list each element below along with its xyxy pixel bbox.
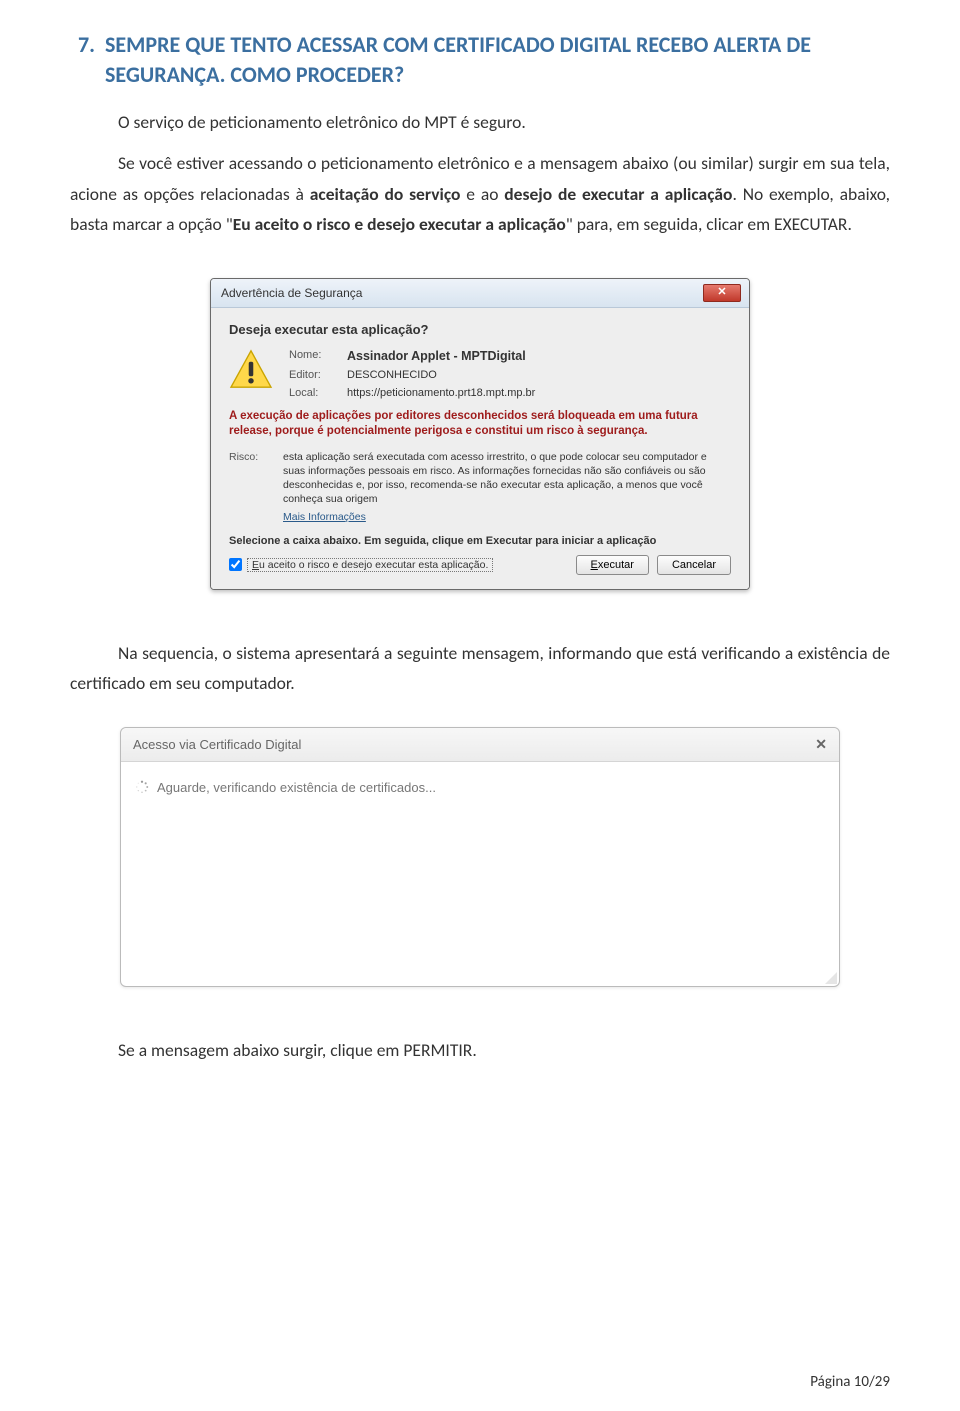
cert-modal-title: Acesso via Certificado Digital (133, 737, 301, 752)
cert-close-icon[interactable]: ✕ (815, 736, 827, 753)
cancelar-button[interactable]: Cancelar (657, 555, 731, 575)
dialog-top-row: Nome: Assinador Applet - MPTDigital Edit… (229, 349, 731, 399)
dialog-info-grid: Nome: Assinador Applet - MPTDigital Edit… (289, 349, 731, 399)
dialog-title: Advertência de Segurança (221, 286, 362, 300)
close-icon: ✕ (717, 286, 726, 298)
p2-part-b: aceitação do serviço (310, 183, 461, 205)
risk-text: esta aplicação será executada com acesso… (283, 450, 731, 507)
paragraph-3: Na sequencia, o sistema apresentará a se… (70, 638, 890, 699)
p2-part-d: desejo de executar a aplicação (504, 183, 732, 205)
more-info-link[interactable]: Mais Informações (283, 511, 731, 523)
heading-text: SEMPRE QUE TENTO ACESSAR COM CERTIFICADO… (103, 30, 890, 89)
p2-part-c: e ao (460, 183, 504, 205)
heading-number: 7. (70, 30, 103, 89)
p2-part-f: Eu aceito o risco e desejo executar a ap… (233, 213, 566, 235)
cert-modal-message: Aguarde, verificando existência de certi… (157, 780, 436, 795)
accept-checkbox[interactable] (229, 558, 242, 571)
dialog-titlebar: Advertência de Segurança ✕ (211, 279, 749, 308)
security-dialog: Advertência de Segurança ✕ Deseja execut… (210, 278, 750, 590)
section-heading: 7. SEMPRE QUE TENTO ACESSAR COM CERTIFIC… (70, 30, 890, 89)
nome-label: Nome: (289, 349, 341, 363)
dialog-body: Deseja executar esta aplicação? Nome: As… (211, 308, 749, 589)
select-instruction: Selecione a caixa abaixo. Em seguida, cl… (229, 535, 731, 547)
local-value: https://peticionamento.prt18.mpt.mp.br (347, 387, 731, 399)
cert-modal-body: Aguarde, verificando existência de certi… (121, 762, 839, 813)
paragraph-1: O serviço de peticionamento eletrônico d… (70, 107, 890, 138)
executar-button[interactable]: Executar (576, 555, 649, 575)
close-button[interactable]: ✕ (703, 284, 741, 302)
local-label: Local: (289, 387, 341, 399)
risk-row: Risco: esta aplicação será executada com… (229, 450, 731, 507)
risk-label: Risco: (229, 450, 277, 507)
page-footer: Página 10/29 (810, 1373, 890, 1391)
spinner-icon (135, 780, 149, 794)
paragraph-2: Se você estiver acessando o peticionamen… (70, 148, 890, 240)
dialog-bottom-row: Eu aceito o risco e desejo executar esta… (229, 555, 731, 575)
warning-icon (229, 349, 273, 389)
accept-checkbox-label: Eu aceito o risco e desejo executar esta… (247, 558, 493, 572)
cert-modal-header: Acesso via Certificado Digital ✕ (121, 728, 839, 762)
nome-value: Assinador Applet - MPTDigital (347, 349, 731, 363)
p2-part-g: " para, em seguida, clicar em EXECUTAR. (566, 213, 852, 235)
editor-value: DESCONHECIDO (347, 369, 731, 381)
red-warning-text: A execução de aplicações por editores de… (229, 409, 731, 440)
cert-modal: Acesso via Certificado Digital ✕ Aguarde… (120, 727, 840, 987)
paragraph-4: Se a mensagem abaixo surgir, clique em P… (70, 1035, 890, 1066)
resize-handle-icon[interactable] (823, 970, 837, 984)
dialog-question: Deseja executar esta aplicação? (229, 322, 731, 337)
accept-checkbox-wrap[interactable]: Eu aceito o risco e desejo executar esta… (229, 558, 493, 572)
security-dialog-figure: Advertência de Segurança ✕ Deseja execut… (70, 278, 890, 590)
cert-modal-figure: Acesso via Certificado Digital ✕ Aguarde… (70, 727, 890, 987)
editor-label: Editor: (289, 369, 341, 381)
dialog-buttons: Executar Cancelar (576, 555, 731, 575)
